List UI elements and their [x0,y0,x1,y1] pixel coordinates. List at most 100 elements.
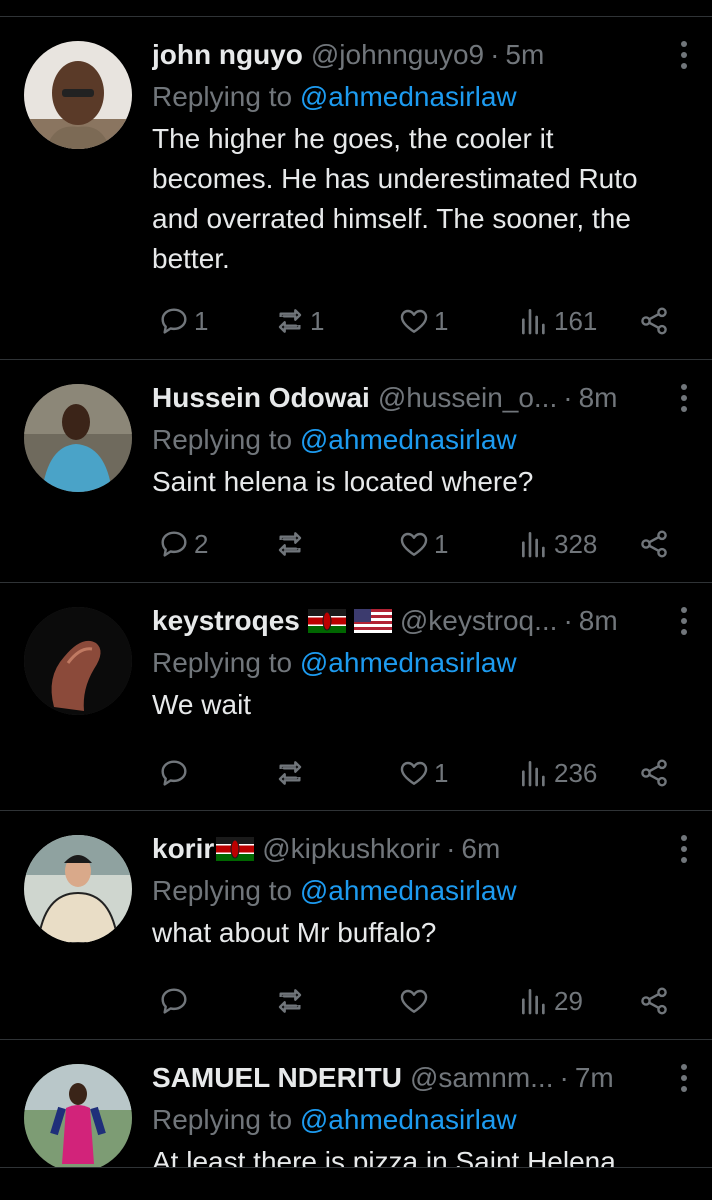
mention-link[interactable]: @ahmednasirlaw [300,81,517,112]
replying-to: Replying to @ahmednasirlaw [152,869,688,913]
retweet-icon [278,532,302,556]
heart-icon [400,761,428,785]
display-name[interactable]: keystroqes [152,605,300,637]
avatar[interactable] [24,41,132,149]
share-icon [641,987,667,1015]
share-button[interactable] [638,524,670,564]
reply-button[interactable]: 1 [158,301,208,341]
tweet-text-line: We wait [152,689,252,720]
separator-dot: · [563,605,573,636]
replying-prefix: Replying to [152,875,293,906]
reply-icon [161,308,187,334]
retweet-icon [278,989,302,1013]
tweet-text: The higher he goes, the cooler it become… [152,119,688,279]
share-button[interactable] [638,981,670,1021]
kenya-flag-icon [307,609,346,633]
user-handle[interactable]: @johnnguyo9 [311,39,484,71]
view-count: 236 [554,757,598,788]
views-button[interactable]: 29 [518,981,583,1021]
mention-link[interactable]: @ahmednasirlaw [300,1104,517,1135]
separator-dot: · [490,39,500,70]
timestamp[interactable]: 6m [461,833,500,865]
avatar[interactable] [24,1064,132,1172]
timestamp[interactable]: 7m [575,1062,614,1094]
views-icon [522,989,545,1015]
tweet-text: We wait [152,685,688,725]
retweet-button[interactable] [274,524,310,564]
view-count: 161 [554,305,598,336]
retweet-button[interactable] [274,753,310,793]
timestamp[interactable]: 5m [505,39,544,71]
views-button[interactable]: 328 [518,524,597,564]
views-button[interactable]: 161 [518,301,597,341]
replying-to: Replying to @ahmednasirlaw [152,418,688,462]
replying-prefix: Replying to [152,81,293,112]
like-button[interactable]: 1 [398,301,448,341]
reply-icon [161,531,187,557]
reply-icon [161,760,187,786]
heart-icon [400,989,428,1013]
tweet-text-line: better. [152,243,230,274]
display-name[interactable]: korir [152,833,214,865]
avatar[interactable] [24,835,132,943]
user-handle[interactable]: @samnm... [410,1062,554,1094]
tweet-header: keystroqes @keystroq... · 8m [152,601,688,641]
usa-flag-icon [353,609,392,633]
like-count: 1 [434,305,449,336]
avatar[interactable] [24,384,132,492]
display-name[interactable]: john nguyo [152,39,303,71]
heart-icon [400,532,428,556]
tweet-keystroqes[interactable]: keystroqes @keystroq... · 8m Replying to… [0,583,712,811]
tweet-john-nguyo[interactable]: john nguyo @johnnguyo9 · 5m Replying to … [0,17,712,360]
view-count: 328 [554,528,598,559]
timestamp[interactable]: 8m [579,605,618,637]
user-handle[interactable]: @hussein_o... [378,382,557,414]
reply-feed: john nguyo @johnnguyo9 · 5m Replying to … [0,17,712,1200]
replying-prefix: Replying to [152,647,293,678]
reply-button[interactable] [158,981,194,1021]
reply-count: 1 [194,305,209,336]
replying-to: Replying to @ahmednasirlaw [152,1098,688,1142]
share-button[interactable] [638,301,670,341]
action-bar: 1 236 [152,753,688,793]
reply-button[interactable] [158,753,194,793]
share-icon [641,530,667,558]
tweet-text-line: and overrated himself. The sooner, the [152,203,631,234]
action-bar: 2 1 328 [152,524,688,564]
share-icon [641,307,667,335]
replying-prefix: Replying to [152,424,293,455]
views-icon [522,532,545,558]
replying-to: Replying to @ahmednasirlaw [152,75,688,119]
user-handle[interactable]: @keystroq... [400,605,558,637]
user-handle[interactable]: @kipkushkorir [262,833,440,865]
mention-link[interactable]: @ahmednasirlaw [300,647,517,678]
like-button[interactable]: 1 [398,753,448,793]
like-button[interactable]: 1 [398,524,448,564]
tweet-text-line: what about Mr buffalo? [152,917,437,948]
retweet-button[interactable] [274,981,310,1021]
mention-link[interactable]: @ahmednasirlaw [300,875,517,906]
timestamp[interactable]: 8m [579,382,618,414]
tweet-hussein-odowai[interactable]: Hussein Odowai @hussein_o... · 8m Replyi… [0,360,712,583]
like-button[interactable] [398,981,434,1021]
tweet-text-line: The higher he goes, the cooler it [152,123,554,154]
display-name[interactable]: Hussein Odowai [152,382,370,414]
reply-button[interactable]: 2 [158,524,208,564]
separator-dot: · [559,1062,569,1093]
bottom-bar [0,1167,712,1192]
tweet-korir[interactable]: korir @kipkushkorir · 6m Replying to @ah… [0,811,712,1040]
avatar[interactable] [24,607,132,715]
tweet-header: Hussein Odowai @hussein_o... · 8m [152,378,688,418]
replying-prefix: Replying to [152,1104,293,1135]
tweet-text: Saint helena is located where? [152,462,688,502]
views-icon [522,309,545,335]
view-count: 29 [554,985,583,1016]
mention-link[interactable]: @ahmednasirlaw [300,424,517,455]
display-name[interactable]: SAMUEL NDERITU [152,1062,402,1094]
retweet-button[interactable]: 1 [274,301,324,341]
reply-count: 2 [194,528,209,559]
views-button[interactable]: 236 [518,753,597,793]
share-button[interactable] [638,753,670,793]
tweet-header: korir @kipkushkorir · 6m [152,829,688,869]
separator-dot: · [563,382,573,413]
